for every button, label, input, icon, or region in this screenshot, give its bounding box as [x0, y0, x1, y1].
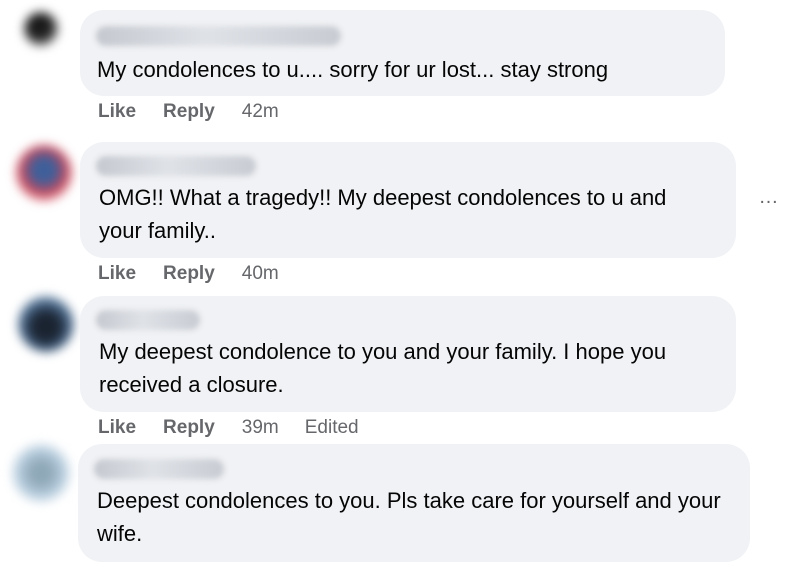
comment-text: OMG!! What a tragedy!! My deepest condol…: [99, 185, 667, 243]
edited-label[interactable]: Edited: [305, 417, 359, 439]
reply-button[interactable]: Reply: [163, 101, 215, 123]
comment-text: Deepest condolences to you. Pls take car…: [97, 488, 721, 546]
avatar[interactable]: [18, 296, 74, 352]
comment-text: My deepest condolence to you and your fa…: [99, 339, 667, 397]
author-name-redacted[interactable]: [96, 156, 256, 176]
comment-bubble: My condolences to u.... sorry for ur los…: [80, 10, 725, 96]
author-name-redacted[interactable]: [96, 310, 200, 330]
comment-bubble: My deepest condolence to you and your fa…: [80, 296, 736, 412]
avatar[interactable]: [24, 12, 58, 46]
reply-button[interactable]: Reply: [163, 417, 215, 439]
comment-bubble: Deepest condolences to you. Pls take car…: [78, 444, 750, 562]
author-name-redacted[interactable]: [94, 459, 224, 479]
comment-bubble: OMG!! What a tragedy!! My deepest condol…: [80, 142, 736, 258]
comment-actions: Like Reply 40m: [98, 261, 305, 287]
comment-timestamp[interactable]: 40m: [242, 263, 279, 285]
comment-text: My condolences to u.... sorry for ur los…: [97, 57, 609, 82]
avatar[interactable]: [16, 145, 72, 201]
avatar[interactable]: [12, 444, 70, 502]
comment-timestamp[interactable]: 39m: [242, 417, 279, 439]
author-name-redacted[interactable]: [96, 26, 341, 46]
like-button[interactable]: Like: [98, 263, 136, 285]
like-button[interactable]: Like: [98, 417, 136, 439]
like-button[interactable]: Like: [98, 101, 136, 123]
comment-actions: Like Reply 42m: [98, 99, 305, 125]
comment-actions: Like Reply 39m Edited: [98, 415, 359, 441]
more-options-icon[interactable]: …: [754, 187, 782, 212]
reply-button[interactable]: Reply: [163, 263, 215, 285]
comment-timestamp[interactable]: 42m: [242, 101, 279, 123]
